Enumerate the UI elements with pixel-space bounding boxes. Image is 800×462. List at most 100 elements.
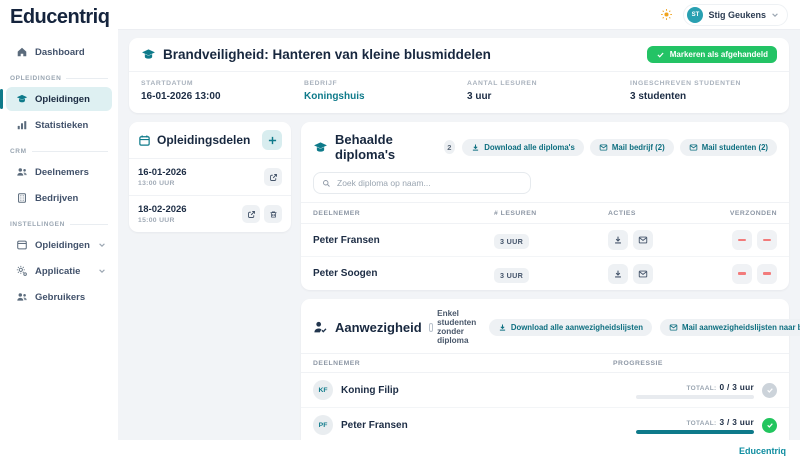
mail-company-button[interactable]: Mail bedrijf (2) (589, 138, 674, 156)
filter-no-diploma-checkbox[interactable] (428, 322, 434, 332)
external-link-icon (247, 210, 255, 218)
open-part-button[interactable] (264, 168, 282, 186)
sidebar-item-applicatie[interactable]: Applicatie (6, 259, 112, 283)
sidebar-item-label: Opleidingen (35, 239, 90, 251)
meta-studenten: INGESCHREVEN STUDENTEN 3 studenten (630, 80, 777, 102)
delete-part-button[interactable] (264, 205, 282, 223)
chevron-down-icon (98, 241, 106, 249)
download-all-diplomas-button[interactable]: Download alle diploma's (462, 138, 584, 156)
mail-diploma-button[interactable] (633, 263, 653, 284)
download-attendance-button[interactable]: Download alle aanwezigheidslijsten (488, 318, 652, 336)
attendance-title: Aanwezigheid (335, 319, 422, 335)
participant-avatar: PF (313, 415, 333, 435)
users-icon (16, 291, 28, 303)
participant-name: Peter Fransen (313, 234, 380, 246)
main-content: Brandveiligheid: Hanteren van kleine blu… (118, 30, 800, 440)
download-icon (615, 270, 621, 277)
course-header-card: Brandveiligheid: Hanteren van kleine blu… (129, 38, 789, 113)
download-icon (473, 144, 479, 151)
attendance-row: KF Koning Filip TOTAAL: 0 / 3 uur (301, 373, 789, 408)
sidebar-item-statistieken[interactable]: Statistieken (6, 113, 112, 137)
course-title-row: Brandveiligheid: Hanteren van kleine blu… (129, 38, 789, 71)
sidebar-item-dashboard[interactable]: Dashboard (6, 40, 112, 64)
page-title: Brandveiligheid: Hanteren van kleine blu… (163, 47, 491, 62)
attendance-header: Aanwezigheid Enkel studenten zonder dipl… (301, 299, 800, 353)
col-verzonden: VERZONDEN (729, 209, 777, 217)
gears-icon (16, 265, 28, 277)
sidebar-item-bedrijven[interactable]: Bedrijven (6, 186, 112, 210)
mail-icon (599, 143, 608, 151)
button-label: Download alle diploma's (484, 142, 575, 152)
mail-icon (669, 323, 678, 331)
diploma-search-input[interactable] (337, 178, 522, 188)
button-label: Mail bedrijf (2) (611, 142, 665, 152)
attendance-table-header: DEELNEMER PROGRESSIE (301, 353, 789, 373)
progress-block: TOTAAL: 0 / 3 uur (636, 382, 754, 399)
sidebar-item-label: Opleidingen (35, 93, 90, 105)
status-complete-icon (762, 417, 777, 433)
col-acties: ACTIES (608, 209, 636, 217)
window-icon (16, 239, 28, 251)
footer-brand-link[interactable]: Educentriq (739, 446, 786, 456)
download-diploma-button[interactable] (608, 263, 628, 284)
external-link-icon (269, 173, 277, 181)
diploma-search (313, 172, 531, 194)
minus-icon (763, 238, 771, 242)
attendance-card: Aanwezigheid Enkel studenten zonder dipl… (301, 299, 800, 440)
part-date-block: 18-02-2026 15:00 UUR (138, 204, 187, 224)
col-lesuren: # LESUREN (494, 209, 537, 217)
brand-logo: Educentriq (10, 6, 110, 28)
status-incomplete-icon (762, 382, 777, 398)
filter-no-diploma[interactable]: Enkel studenten zonder diploma (428, 309, 481, 345)
sidebar-item-gebruikers[interactable]: Gebruikers (6, 285, 112, 309)
button-label: Mail aanwezigheidslijsten naar bedrijf (681, 322, 800, 332)
topbar: ST Stig Geukens (118, 0, 800, 30)
progress-total: TOTAAL: 0 / 3 uur (686, 381, 754, 392)
mail-diploma-button[interactable] (633, 230, 653, 250)
diploma-row: Peter Soogen 3 UUR (301, 257, 789, 290)
progress-bar (636, 429, 754, 434)
sidebar-item-label: Bedrijven (35, 192, 79, 204)
mail-attendance-button[interactable]: Mail aanwezigheidslijsten naar bedrijf (659, 318, 800, 336)
participant-name: Peter Fransen (341, 419, 408, 431)
diplomas-count-badge: 2 (443, 140, 456, 154)
sidebar-nav: Dashboard OPLEIDINGEN Opleidingen Statis… (0, 39, 118, 310)
company-link[interactable]: Koningshuis (304, 91, 467, 102)
add-opleidingsdeel-button[interactable] (262, 130, 282, 150)
graduation-cap-icon (141, 47, 156, 62)
mark-complete-button[interactable]: Markeren als afgehandeld (646, 46, 777, 63)
col-deelnemer: DEELNEMER (313, 359, 361, 367)
sidebar-section-opleidingen: OPLEIDINGEN (10, 75, 108, 82)
person-check-icon (313, 320, 328, 335)
opleidingsdelen-title: Opleidingsdelen (157, 133, 251, 147)
diplomas-table-header: DEELNEMER # LESUREN ACTIES VERZONDEN (301, 202, 789, 224)
diplomas-card: Behaalde diploma's 2 Download alle diplo… (301, 122, 789, 290)
calendar-icon (138, 134, 151, 147)
mail-icon (638, 270, 648, 277)
mail-students-button[interactable]: Mail studenten (2) (679, 138, 777, 156)
meta-startdatum: STARTDATUM 16-01-2026 13:00 (141, 80, 304, 102)
user-name: Stig Geukens (708, 9, 766, 20)
part-date-block: 16-01-2026 13:00 UUR (138, 167, 187, 187)
sidebar-item-opleidingen-instellingen[interactable]: Opleidingen (6, 233, 112, 257)
sidebar-item-label: Statistieken (35, 119, 89, 131)
theme-sun-icon[interactable] (660, 8, 673, 21)
meta-lesuren: AANTAL LESUREN 3 uur (467, 80, 630, 102)
download-diploma-button[interactable] (608, 230, 628, 250)
diplomas-title: Behaalde diploma's (335, 132, 396, 162)
user-menu[interactable]: ST Stig Geukens (683, 3, 788, 26)
sidebar-item-deelnemers[interactable]: Deelnemers (6, 160, 112, 184)
col-progressie: PROGRESSIE (613, 359, 663, 367)
sidebar-item-opleidingen[interactable]: Opleidingen (0, 87, 112, 111)
meta-label: AANTAL LESUREN (467, 80, 538, 87)
part-date: 16-01-2026 (138, 167, 187, 178)
mail-icon (638, 236, 648, 244)
bar-chart-icon (16, 119, 28, 131)
part-time: 13:00 UUR (138, 180, 175, 187)
open-part-button[interactable] (242, 205, 260, 223)
opleidingsdelen-header: Opleidingsdelen (129, 122, 291, 158)
button-label: Download alle aanwezigheidslijsten (510, 322, 643, 332)
search-icon (323, 179, 330, 187)
sidebar-item-label: Deelnemers (35, 166, 89, 178)
meta-value: 16-01-2026 13:00 (141, 91, 221, 102)
